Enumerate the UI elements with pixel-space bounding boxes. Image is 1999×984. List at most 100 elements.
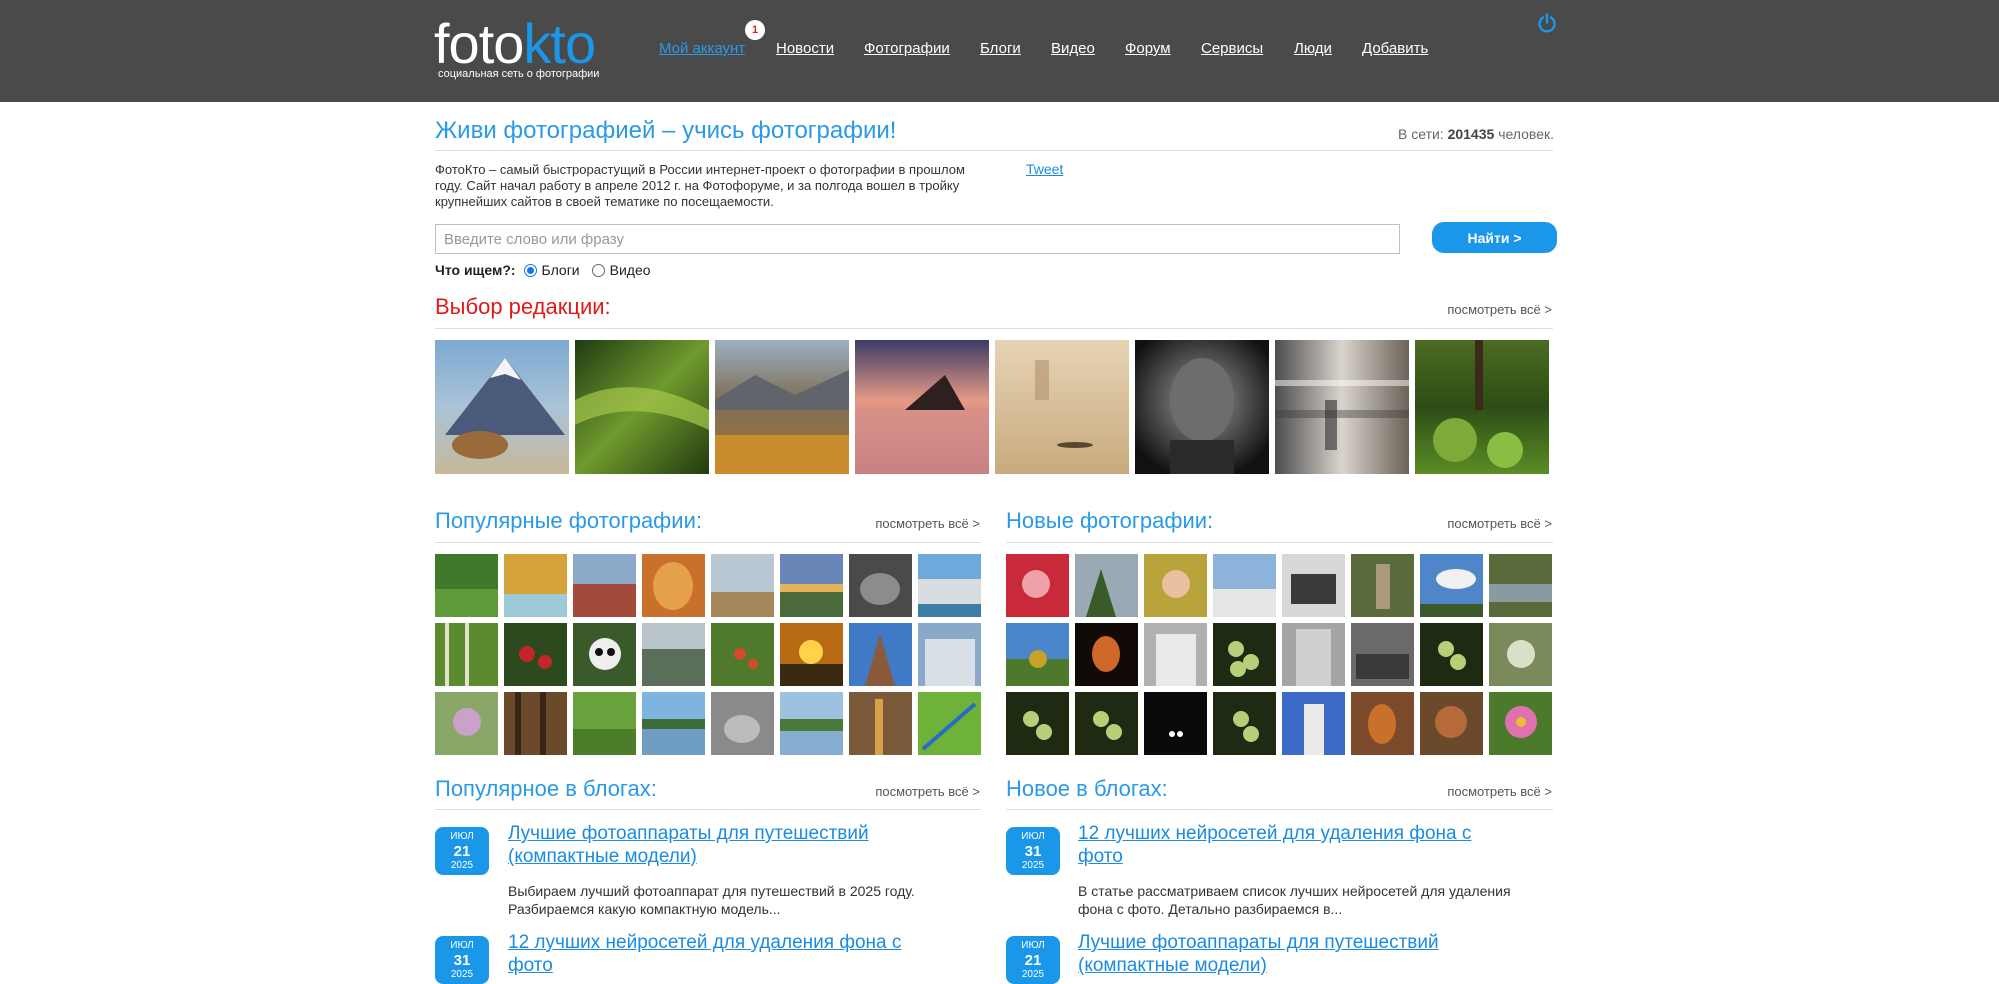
nav-people[interactable]: Люди [1294,40,1332,57]
popular-photo[interactable] [573,692,636,755]
new-photo[interactable] [1213,692,1276,755]
nav-services[interactable]: Сервисы [1201,40,1263,57]
intro-text: ФотоКто – самый быстрорастущий в России … [435,162,965,209]
editors-choice-gallery [435,340,1549,474]
new-photo[interactable] [1351,623,1414,686]
popular-photo[interactable] [642,692,705,755]
popular-photo[interactable] [573,623,636,686]
power-icon[interactable] [1536,12,1558,34]
new-photo[interactable] [1006,554,1069,617]
tweet-link[interactable]: Tweet [1026,161,1063,177]
popular-photo[interactable] [780,623,843,686]
popular-photo[interactable] [711,692,774,755]
blog-excerpt: Выбираем лучший фотоаппарат для путешест… [508,883,915,917]
popular-photo[interactable] [918,623,981,686]
popular-blogs-see-all[interactable]: посмотреть всё > [800,784,980,799]
new-photo[interactable] [1144,623,1207,686]
editors-photo-motion-blur[interactable] [1275,340,1409,474]
nav-my-account[interactable]: Мой аккаунт [659,40,745,57]
divider [1006,809,1553,810]
new-photo[interactable] [1351,554,1414,617]
notification-badge[interactable]: 1 [745,20,765,40]
new-photo[interactable] [1489,692,1552,755]
new-photos-grid [1006,554,1552,755]
page-title: Живи фотографией – учись фотографии! [435,117,897,144]
new-photo[interactable] [1282,554,1345,617]
popular-photos-title: Популярные фотографии: [435,508,702,533]
blog-title-link[interactable]: Лучшие фотоаппараты для путешествий (ком… [508,822,938,868]
radio-blogs[interactable] [523,263,537,277]
popular-blogs-title: Популярное в блогах: [435,776,657,801]
popular-photo[interactable] [435,692,498,755]
editors-photo-forest[interactable] [1415,340,1549,474]
nav-forum[interactable]: Форум [1125,40,1171,57]
new-photo[interactable] [1144,692,1207,755]
popular-photo[interactable] [642,554,705,617]
search-option-video[interactable]: Видео [591,262,651,278]
popular-photo[interactable] [849,554,912,617]
popular-photo[interactable] [504,554,567,617]
popular-photos-see-all[interactable]: посмотреть всё > [800,516,980,531]
popular-photo[interactable] [849,692,912,755]
new-photo[interactable] [1144,554,1207,617]
divider [435,328,1553,329]
new-photo[interactable] [1006,623,1069,686]
new-photo[interactable] [1213,554,1276,617]
popular-photo[interactable] [642,623,705,686]
site-logo[interactable]: fotokto социальная сеть о фотографии [434,14,634,84]
search-type-row: Что ищем?: Блоги Видео [435,262,663,278]
new-photo[interactable] [1282,623,1345,686]
nav-news[interactable]: Новости [776,40,834,57]
popular-photo[interactable] [573,554,636,617]
radio-video[interactable] [591,263,605,277]
nav-blogs[interactable]: Блоги [980,40,1021,57]
popular-photo[interactable] [918,554,981,617]
editors-photo-green-hills[interactable] [575,340,709,474]
new-photo[interactable] [1489,554,1552,617]
new-photo[interactable] [1420,554,1483,617]
popular-photo[interactable] [435,554,498,617]
nav-video[interactable]: Видео [1051,40,1095,57]
divider [435,809,981,810]
editors-photo-portrait[interactable] [1135,340,1269,474]
blog-title-link[interactable]: Лучшие фотоаппараты для путешествий (ком… [1078,931,1508,977]
popular-photo[interactable] [780,692,843,755]
editors-photo-autumn-valley[interactable] [715,340,849,474]
nav-photos[interactable]: Фотографии [864,40,950,57]
new-photo[interactable] [1420,623,1483,686]
site-header: fotokto социальная сеть о фотографии Мой… [0,0,1999,102]
new-blogs-title: Новое в блогах: [1006,776,1168,801]
popular-photo[interactable] [711,554,774,617]
popular-photo[interactable] [435,623,498,686]
logo-wordmark: fotokto [434,12,596,75]
new-photo[interactable] [1351,692,1414,755]
new-blogs-see-all[interactable]: посмотреть всё > [1372,784,1552,799]
new-photo[interactable] [1213,623,1276,686]
editors-photo-mountain[interactable] [435,340,569,474]
editors-choice-see-all[interactable]: посмотреть всё > [1380,302,1552,317]
new-photos-see-all[interactable]: посмотреть всё > [1372,516,1552,531]
new-photo[interactable] [1075,554,1138,617]
blog-title-link[interactable]: 12 лучших нейросетей для удаления фона с… [1078,822,1508,868]
popular-photo[interactable] [849,623,912,686]
popular-photo[interactable] [918,692,981,755]
new-photo[interactable] [1075,623,1138,686]
new-photo[interactable] [1489,623,1552,686]
new-photo[interactable] [1282,692,1345,755]
blog-title-link[interactable]: 12 лучших нейросетей для удаления фона с… [508,931,938,977]
popular-photo[interactable] [780,554,843,617]
blog-date-badge: ИЮЛ 31 2025 [435,936,489,984]
popular-photo[interactable] [504,623,567,686]
nav-add[interactable]: Добавить [1362,40,1428,57]
search-button[interactable]: Найти > [1432,222,1557,253]
editors-photo-foggy-river[interactable] [995,340,1129,474]
popular-photo[interactable] [504,692,567,755]
search-input[interactable] [435,224,1400,254]
search-option-blogs[interactable]: Блоги [523,262,580,278]
blog-date-badge: ИЮЛ 21 2025 [435,827,489,875]
new-photo[interactable] [1075,692,1138,755]
new-photo[interactable] [1420,692,1483,755]
popular-photo[interactable] [711,623,774,686]
new-photo[interactable] [1006,692,1069,755]
editors-photo-shipwreck-sunset[interactable] [855,340,989,474]
